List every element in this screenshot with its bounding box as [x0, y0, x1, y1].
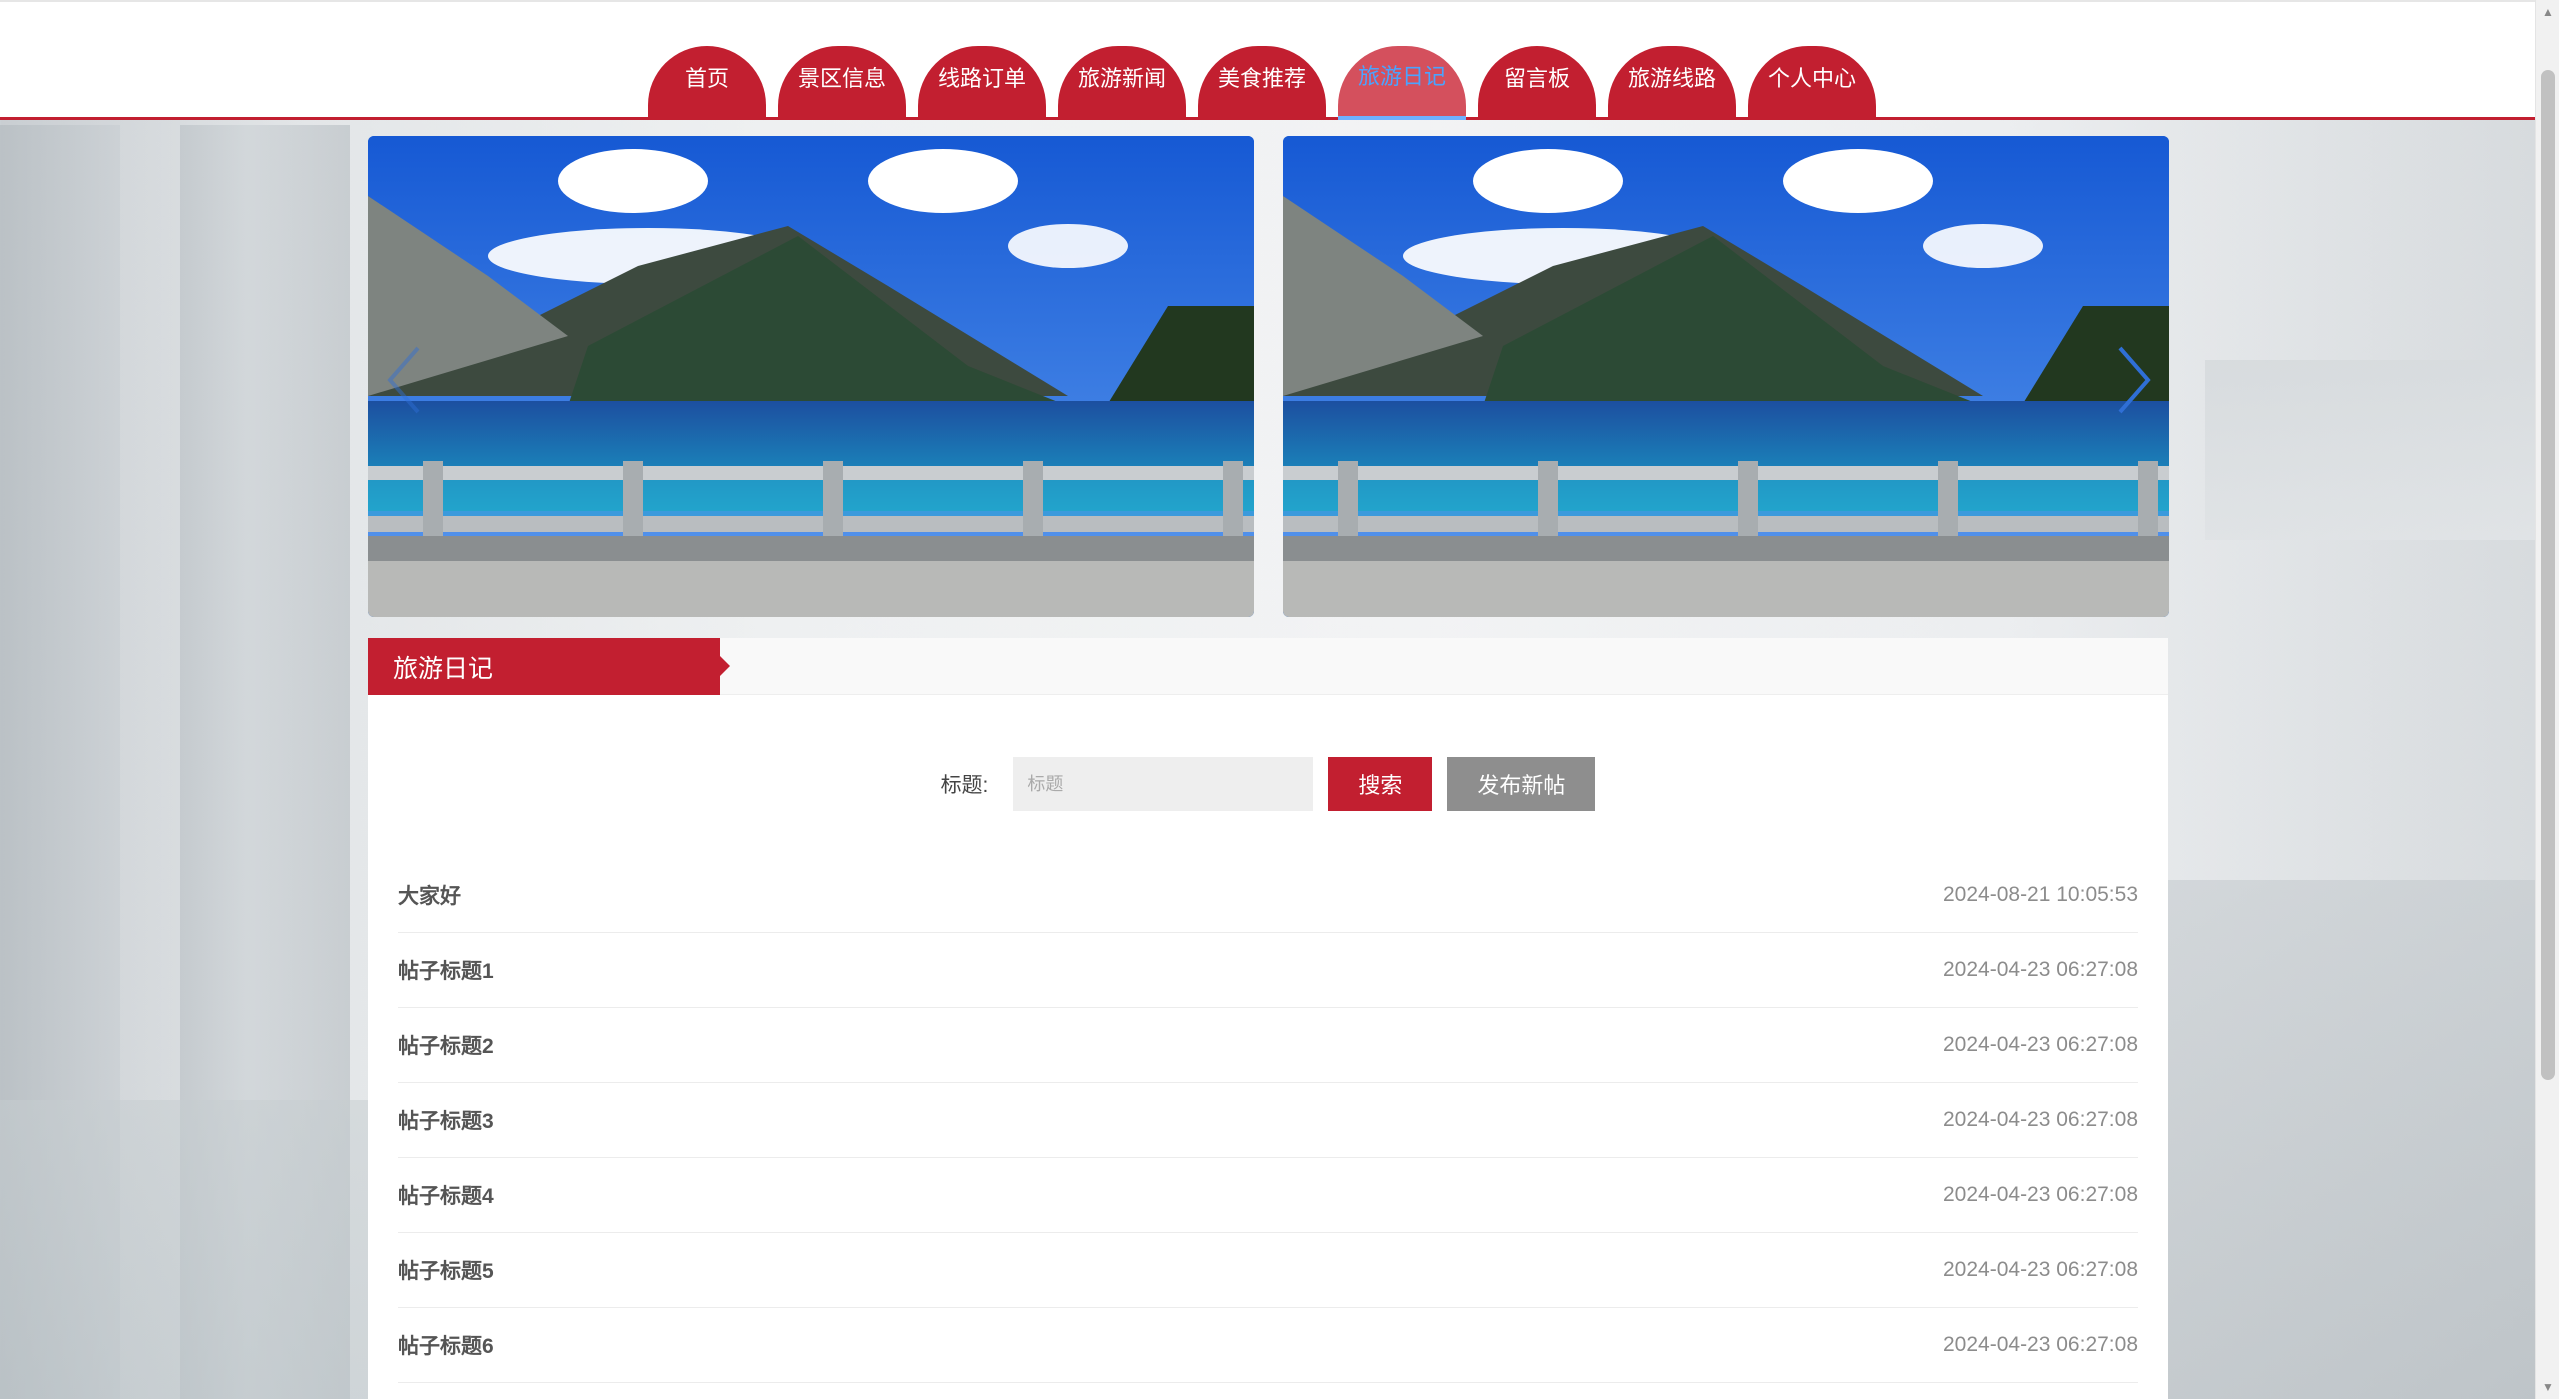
top-navigation-bar: 首页 景区信息 线路订单 旅游新闻 美食推荐 旅游日记 留言板 旅游线路 个人中… [0, 0, 2535, 120]
post-time: 2024-04-23 06:27:08 [1943, 1333, 2138, 1356]
nav-item-route-orders[interactable]: 线路订单 [918, 46, 1046, 120]
page-scrollbar[interactable]: ▲ ▼ [2535, 0, 2559, 1399]
nav-item-travel-diary[interactable]: 旅游日记 [1338, 46, 1466, 120]
panel-header: 旅游日记 [368, 638, 2168, 695]
post-time: 2024-04-23 06:27:08 [1943, 1258, 2138, 1281]
travel-diary-panel: 旅游日记 标题: 搜索 发布新帖 大家好 2024-08-21 10:05:53… [368, 638, 2168, 1399]
post-time: 2024-04-23 06:27:08 [1943, 1183, 2138, 1206]
list-item[interactable]: 帖子标题3 2024-04-23 06:27:08 [398, 1083, 2138, 1158]
chevron-right-icon[interactable] [2108, 340, 2158, 420]
list-item[interactable]: 大家好 2024-08-21 10:05:53 [398, 858, 2138, 933]
list-item[interactable]: 帖子标题1 2024-04-23 06:27:08 [398, 933, 2138, 1008]
scrollbar-thumb[interactable] [2541, 70, 2555, 1080]
scroll-down-arrow-icon[interactable]: ▼ [2536, 1375, 2559, 1399]
post-title[interactable]: 大家好 [398, 880, 461, 910]
search-input[interactable] [1013, 757, 1314, 811]
post-title[interactable]: 帖子标题6 [398, 1330, 494, 1360]
nav-item-message-board[interactable]: 留言板 [1478, 46, 1596, 120]
nav-item-user-center[interactable]: 个人中心 [1748, 46, 1876, 120]
search-button[interactable]: 搜索 [1328, 757, 1433, 811]
post-title[interactable]: 帖子标题1 [398, 955, 494, 985]
search-bar: 标题: 搜索 发布新帖 [368, 757, 2168, 811]
post-time: 2024-04-23 06:27:08 [1943, 1108, 2138, 1131]
search-label: 标题: [940, 774, 989, 797]
post-title[interactable]: 帖子标题4 [398, 1180, 494, 1210]
main-nav: 首页 景区信息 线路订单 旅游新闻 美食推荐 旅游日记 留言板 旅游线路 个人中… [648, 46, 1876, 120]
post-title[interactable]: 帖子标题2 [398, 1030, 494, 1060]
post-time: 2024-04-23 06:27:08 [1943, 1033, 2138, 1056]
nav-item-travel-news[interactable]: 旅游新闻 [1058, 46, 1186, 120]
carousel-slide-image[interactable] [368, 136, 1254, 617]
banner-carousel [368, 136, 2169, 617]
list-item[interactable]: 帖子标题2 2024-04-23 06:27:08 [398, 1008, 2138, 1083]
list-item[interactable]: 帖子标题6 2024-04-23 06:27:08 [398, 1308, 2138, 1383]
new-post-button[interactable]: 发布新帖 [1447, 757, 1596, 811]
list-item[interactable]: 帖子标题5 2024-04-23 06:27:08 [398, 1233, 2138, 1308]
post-list: 大家好 2024-08-21 10:05:53 帖子标题1 2024-04-23… [398, 858, 2138, 1383]
post-title[interactable]: 帖子标题5 [398, 1255, 494, 1285]
background-water [0, 1100, 380, 1399]
post-time: 2024-08-21 10:05:53 [1943, 883, 2138, 906]
section-title: 旅游日记 [368, 638, 730, 695]
chevron-left-icon[interactable] [380, 340, 430, 420]
nav-item-food[interactable]: 美食推荐 [1198, 46, 1326, 120]
carousel-slide-image[interactable] [1283, 136, 2169, 617]
post-title[interactable]: 帖子标题3 [398, 1105, 494, 1135]
scroll-up-arrow-icon[interactable]: ▲ [2536, 0, 2559, 24]
background-railing [2165, 880, 2535, 1399]
nav-item-home[interactable]: 首页 [648, 46, 766, 120]
nav-item-scenic-info[interactable]: 景区信息 [778, 46, 906, 120]
background-roof [2205, 360, 2535, 540]
list-item[interactable]: 帖子标题4 2024-04-23 06:27:08 [398, 1158, 2138, 1233]
nav-item-travel-routes[interactable]: 旅游线路 [1608, 46, 1736, 120]
post-time: 2024-04-23 06:27:08 [1943, 958, 2138, 981]
